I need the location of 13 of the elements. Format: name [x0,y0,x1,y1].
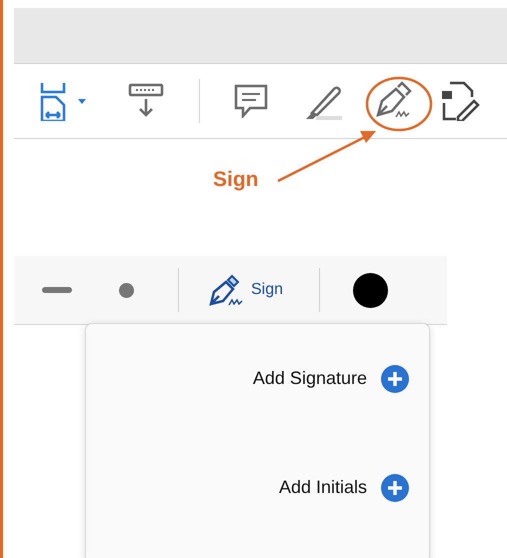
color-swatch-icon[interactable] [353,272,388,308]
plus-icon [381,474,409,502]
sign-button[interactable]: Sign [209,274,284,306]
highlight-circle [366,76,432,132]
dot-size-icon[interactable] [119,282,134,298]
menu-item[interactable]: Add Signature [86,364,429,394]
download-icon[interactable] [128,83,164,119]
line-weight-icon[interactable] [42,287,72,293]
plus-icon [381,364,409,392]
callout-label: Sign [213,168,258,192]
edit-document-icon[interactable] [440,81,480,121]
menu-item[interactable]: Add Initials [86,472,429,502]
comment-icon[interactable] [234,84,268,118]
